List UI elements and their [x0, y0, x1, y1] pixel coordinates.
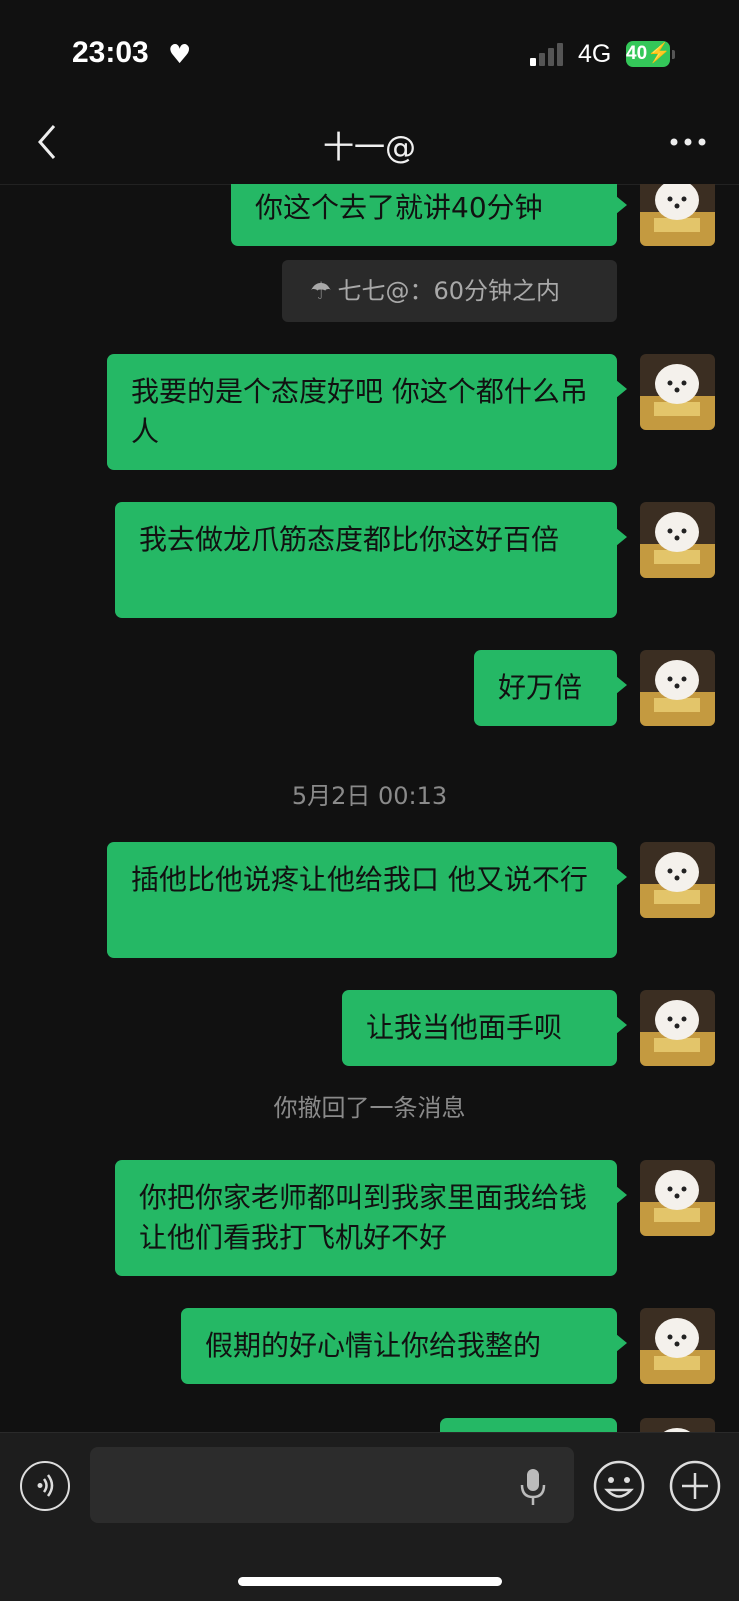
message-bubble[interactable]: 假期的好心情让你给我整的	[181, 1308, 627, 1384]
quoted-message[interactable]: ☂ 七七@：60分钟之内	[282, 260, 617, 322]
avatar[interactable]	[640, 1418, 715, 1432]
message-text: 我去做龙爪筋态度都比你这好百倍	[139, 523, 560, 556]
message-text: 你把你家老师都叫到我家里面我给钱让他们看我打飞机好不好	[139, 1181, 588, 1254]
heart-icon: ♥	[168, 40, 192, 70]
avatar[interactable]	[640, 650, 715, 726]
clock: 23:03	[72, 36, 149, 69]
nav-bar: 十一@	[0, 100, 739, 185]
microphone-button[interactable]	[518, 1467, 548, 1507]
message-text: 好万倍	[498, 671, 583, 704]
dog-avatar-icon	[640, 1308, 715, 1384]
message-text: 让我当他面手呗	[366, 1011, 563, 1044]
plus-icon	[669, 1460, 721, 1512]
avatar[interactable]	[640, 1160, 715, 1236]
timestamp: 5月2日 00:13	[291, 782, 448, 810]
status-bar: 23:03 ♥ 4G 40⚡	[0, 0, 739, 100]
dog-avatar-icon	[640, 1160, 715, 1236]
message-bubble[interactable]: 我要的是个态度好吧 你这个都什么吊人	[107, 354, 627, 470]
message-bubble[interactable]: 让我当他面手呗	[342, 990, 627, 1066]
battery-icon: 40⚡	[626, 41, 671, 67]
message-bubble[interactable]: 好万倍	[474, 650, 627, 726]
avatar[interactable]	[640, 502, 715, 578]
microphone-icon	[520, 1469, 546, 1505]
dog-avatar-icon	[640, 354, 715, 430]
home-indicator[interactable]	[238, 1577, 502, 1586]
message-text: 假期的好心情让你给我整的	[205, 1329, 542, 1362]
battery-level: 40	[626, 43, 648, 64]
more-dots-icon	[670, 138, 706, 146]
message-bubble[interactable]: 你把你家老师都叫到我家里面我给钱让他们看我打飞机好不好	[115, 1160, 627, 1276]
avatar[interactable]	[640, 842, 715, 918]
message-bubble[interactable]: 你这个去了就讲40分钟	[231, 184, 627, 246]
more-functions-button[interactable]	[668, 1459, 722, 1513]
more-button[interactable]	[668, 122, 708, 162]
dog-avatar-icon	[640, 1418, 715, 1432]
message-input[interactable]	[90, 1447, 574, 1523]
battery-tip	[672, 50, 675, 59]
voice-button[interactable]	[20, 1461, 70, 1511]
quote-text: 七七@：60分钟之内	[337, 277, 561, 305]
umbrella-icon: ☂	[310, 277, 332, 305]
avatar[interactable]	[640, 354, 715, 430]
message-text: 插他比他说疼让他给我口 他又说不行	[131, 863, 588, 896]
recall-notice: 你撤回了一条消息	[273, 1094, 466, 1122]
emoji-button[interactable]	[592, 1459, 646, 1513]
avatar[interactable]	[640, 990, 715, 1066]
message-bubble-partial[interactable]	[440, 1418, 617, 1432]
message-bubble[interactable]: 我去做龙爪筋态度都比你这好百倍	[115, 502, 627, 618]
message-text: 你这个去了就讲40分钟	[255, 191, 543, 224]
dog-avatar-icon	[640, 650, 715, 726]
signal-icon	[530, 42, 568, 66]
message-list[interactable]: 你这个去了就讲40分钟 ☂ 七七@：60分钟之内 我要的是个态度好吧 你这个都什么…	[0, 184, 739, 1432]
input-bar	[0, 1432, 739, 1601]
dog-avatar-icon	[640, 842, 715, 918]
dog-avatar-icon	[640, 502, 715, 578]
network-type: 4G	[578, 40, 612, 68]
message-bubble[interactable]: 插他比他说疼让他给我口 他又说不行	[107, 842, 627, 958]
voice-wave-icon	[37, 1474, 54, 1497]
chat-title: 十一@	[323, 130, 416, 166]
dog-avatar-icon	[640, 184, 715, 246]
dog-avatar-icon	[640, 990, 715, 1066]
message-text: 我要的是个态度好吧 你这个都什么吊人	[131, 375, 588, 448]
avatar[interactable]	[640, 1308, 715, 1384]
avatar[interactable]	[640, 184, 715, 246]
smiley-icon	[593, 1460, 645, 1512]
